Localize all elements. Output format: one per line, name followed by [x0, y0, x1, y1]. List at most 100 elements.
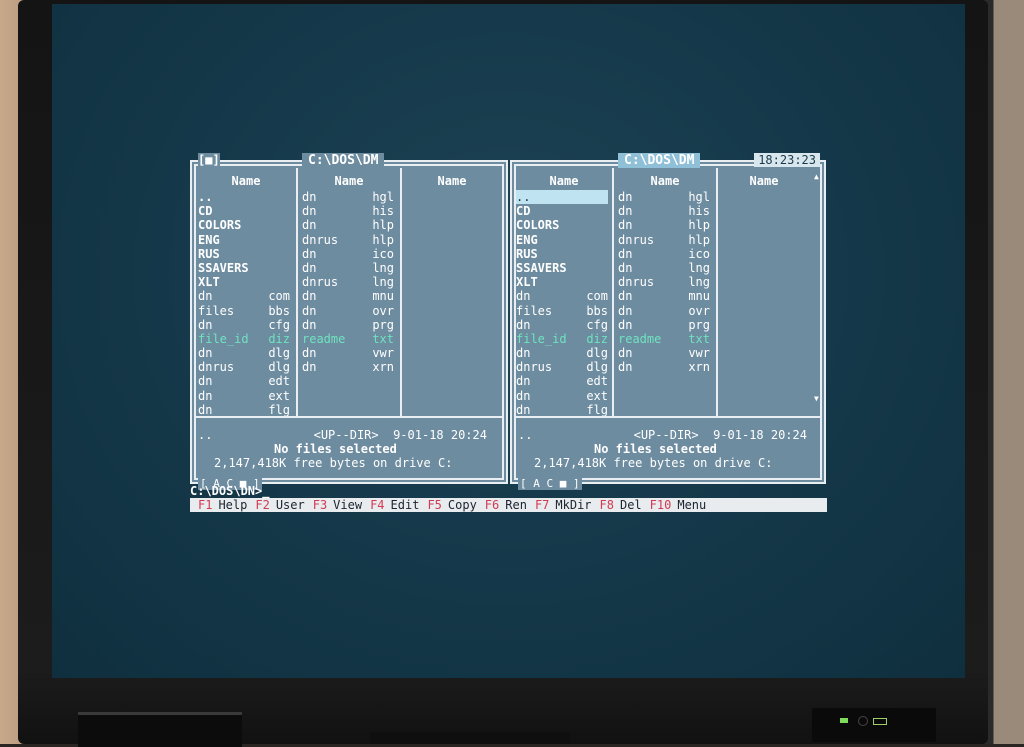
file-list-item[interactable]: dn hgl	[302, 190, 394, 204]
function-key-f3[interactable]: F3 View	[305, 498, 362, 512]
file-list-item[interactable]: SSAVERS	[516, 261, 608, 275]
file-list-item[interactable]: dn prg	[618, 318, 710, 332]
dos-navigator: [■] C:\DOS\DM Name Name Name .. CD COLORS E…	[190, 153, 827, 514]
file-name: dn	[618, 190, 633, 204]
function-key-label: Ren	[505, 498, 527, 512]
file-list-item[interactable]: dn xrn	[302, 360, 394, 374]
function-key-f7[interactable]: F7 MkDir	[527, 498, 592, 512]
panel-close-button[interactable]: [■]	[198, 153, 220, 168]
function-key-f2[interactable]: F2 User	[247, 498, 304, 512]
file-list-item[interactable]: dn flg	[516, 403, 608, 417]
function-key-f1[interactable]: F1 Help	[190, 498, 247, 512]
file-extension: xrn	[688, 360, 710, 375]
scroll-down-icon[interactable]: ▼	[814, 394, 819, 403]
file-list-item[interactable]: dn com	[198, 289, 290, 303]
file-list-item[interactable]: dn his	[302, 204, 394, 218]
file-list-item[interactable]: XLT	[198, 275, 290, 289]
function-key-number: F5	[427, 498, 442, 512]
file-list-item[interactable]: dn ico	[302, 247, 394, 261]
file-list-item[interactable]: SSAVERS	[198, 261, 290, 275]
file-list-item[interactable]: dn lng	[302, 261, 394, 275]
file-list-item[interactable]: dnrus lng	[618, 275, 710, 289]
file-list-item[interactable]: dn ovr	[302, 304, 394, 318]
file-list-column-1: .. CD COLORS ENG RUS SSAVERS XLT dn com files bbs d…	[198, 190, 290, 417]
file-list-item[interactable]: dn flg	[198, 403, 290, 417]
function-key-f6[interactable]: F6 Ren	[477, 498, 527, 512]
file-list-item[interactable]: files bbs	[516, 304, 608, 318]
file-list-item[interactable]: ENG	[516, 233, 608, 247]
file-list-item[interactable]: COLORS	[516, 218, 608, 232]
file-list-item[interactable]: XLT	[516, 275, 608, 289]
file-list-item[interactable]: dn xrn	[618, 360, 710, 374]
file-list-item[interactable]: dn hlp	[302, 218, 394, 232]
file-list-item[interactable]: dn hlp	[618, 218, 710, 232]
right-file-panel[interactable]: C:\DOS\DM 18:23:23 Name Name Name .. CD CO…	[510, 153, 826, 490]
file-name: dn	[302, 204, 317, 219]
file-list-item[interactable]: file_id diz	[198, 332, 290, 346]
function-key-f5[interactable]: F5 Copy	[419, 498, 476, 512]
function-key-f10[interactable]: F10 Menu	[642, 498, 707, 512]
file-name: ENG	[516, 232, 538, 247]
file-name: XLT	[198, 275, 220, 290]
file-list-item[interactable]: dnrus hlp	[618, 233, 710, 247]
file-list-item[interactable]: dn cfg	[516, 318, 608, 332]
file-list-item[interactable]: dn vwr	[618, 346, 710, 360]
file-list-item[interactable]: COLORS	[198, 218, 290, 232]
command-prompt[interactable]: C:\DOS\DN>_	[190, 484, 269, 498]
file-list-item[interactable]: dn mnu	[618, 289, 710, 303]
file-list-item[interactable]: dn ext	[516, 389, 608, 403]
file-list-item[interactable]: dn com	[516, 289, 608, 303]
file-list-item[interactable]: dn prg	[302, 318, 394, 332]
panel-info-separator	[516, 416, 820, 418]
file-list-item[interactable]: dn edt	[198, 374, 290, 388]
file-list-item[interactable]: dn dlg	[198, 346, 290, 360]
file-list-item[interactable]: RUS	[198, 247, 290, 261]
file-list-item[interactable]: CD	[198, 204, 290, 218]
file-list-item[interactable]: dn ext	[198, 389, 290, 403]
file-list-item[interactable]: dnrus dlg	[198, 360, 290, 374]
function-key-f4[interactable]: F4 Edit	[362, 498, 419, 512]
function-key-f8[interactable]: F8 Del	[592, 498, 642, 512]
file-list-item[interactable]: files bbs	[198, 304, 290, 318]
file-list-item[interactable]: dnrus hlp	[302, 233, 394, 247]
current-file-status: .. <UP--DIR> 9-01-18 20:24	[518, 428, 807, 442]
file-list-item[interactable]: dn his	[618, 204, 710, 218]
file-name: dn	[516, 388, 531, 403]
file-list-item[interactable]: dn lng	[618, 261, 710, 275]
file-name: files	[516, 303, 553, 318]
left-file-panel[interactable]: [■] C:\DOS\DM Name Name Name .. CD COLORS E…	[190, 153, 508, 490]
function-key-number: F8	[599, 498, 614, 512]
file-extension: dlg	[268, 360, 290, 375]
file-list-item[interactable]: dn hgl	[618, 190, 710, 204]
file-name: dn	[516, 346, 531, 361]
file-list-item[interactable]: dn ovr	[618, 304, 710, 318]
file-list-item[interactable]: dn dlg	[516, 346, 608, 360]
file-list-item[interactable]: CD	[516, 204, 608, 218]
file-list-item[interactable]: RUS	[516, 247, 608, 261]
right-panel-path: C:\DOS\DM	[618, 153, 701, 168]
file-list-item[interactable]: file_id diz	[516, 332, 608, 346]
file-list-item[interactable]: readme txt	[302, 332, 394, 346]
file-extension: edt	[586, 374, 608, 389]
file-list-item[interactable]: dn ico	[618, 247, 710, 261]
file-list-item[interactable]: ..	[516, 190, 608, 205]
file-list-item[interactable]: ENG	[198, 233, 290, 247]
file-name: dn	[302, 346, 317, 361]
file-list-item[interactable]: dn mnu	[302, 289, 394, 303]
file-list-item[interactable]: dn edt	[516, 374, 608, 388]
file-name: ..	[516, 190, 531, 204]
file-name: dn	[618, 303, 633, 318]
file-list-item[interactable]: ..	[198, 190, 290, 204]
file-list-item[interactable]: dnrus dlg	[516, 360, 608, 374]
file-list-item[interactable]: dn cfg	[198, 318, 290, 332]
file-extension: ovr	[688, 303, 710, 318]
file-name: dn	[198, 388, 213, 403]
file-list-item[interactable]: dn vwr	[302, 346, 394, 360]
file-extension: txt	[372, 331, 394, 346]
file-list-item[interactable]: dnrus lng	[302, 275, 394, 289]
drive-selector[interactable]: [ A C ■ ]	[518, 478, 582, 490]
file-name: COLORS	[198, 218, 242, 233]
file-list-item[interactable]: readme txt	[618, 332, 710, 346]
scroll-up-icon[interactable]: ▲	[814, 172, 819, 181]
scrollbar[interactable]: ▲ ▼	[814, 172, 822, 404]
